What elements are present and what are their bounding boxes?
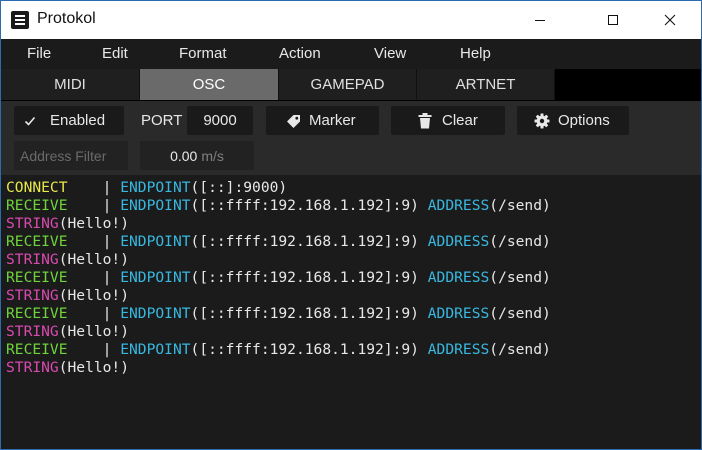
rate-display: 0.00 m/s xyxy=(140,141,254,170)
close-button[interactable] xyxy=(647,1,693,39)
log-token-key: ADDRESS xyxy=(427,233,490,250)
log-token-val: | xyxy=(67,197,121,214)
log-line: STRING(Hello!) xyxy=(6,215,701,233)
log-token-val: (/send) xyxy=(489,233,551,250)
log-token-val: (/send) xyxy=(489,305,551,322)
tab-artnet[interactable]: ARTNET xyxy=(417,69,555,100)
trash-icon xyxy=(418,112,432,129)
log-console[interactable]: CONNECT | ENDPOINT([::]:9000) RECEIVE | E… xyxy=(1,175,701,449)
log-token-receive: RECEIVE xyxy=(6,269,68,286)
window-title: Protokol xyxy=(37,10,96,27)
rate-value: 0.00 xyxy=(170,147,198,164)
log-token-key: ADDRESS xyxy=(427,305,490,322)
log-token-val: ([::ffff:192.168.1.192]:9) xyxy=(190,341,428,358)
log-token-string: STRING xyxy=(6,215,59,232)
log-token-val: (Hello!) xyxy=(58,251,130,268)
log-token-string: STRING xyxy=(6,251,59,268)
tab-osc[interactable]: OSC xyxy=(140,69,279,100)
log-token-string: STRING xyxy=(6,359,59,376)
log-line: RECEIVE | ENDPOINT([::ffff:192.168.1.192… xyxy=(6,233,701,251)
options-button[interactable]: Options xyxy=(517,106,629,135)
log-token-val: (Hello!) xyxy=(58,215,130,232)
enabled-checkbox[interactable]: Enabled xyxy=(14,106,124,135)
log-token-val: | xyxy=(67,269,121,286)
marker-button[interactable]: Marker xyxy=(266,106,379,135)
log-token-val: (Hello!) xyxy=(58,359,130,376)
menu-bar: File Edit Format Action View Help xyxy=(1,39,701,69)
maximize-button[interactable] xyxy=(590,1,636,39)
checkmark-icon xyxy=(24,115,36,127)
title-bar[interactable]: Protokol xyxy=(1,1,701,39)
log-line: RECEIVE | ENDPOINT([::ffff:192.168.1.192… xyxy=(6,305,701,323)
port-input[interactable]: 9000 xyxy=(187,106,253,135)
menu-help[interactable]: Help xyxy=(460,39,491,69)
tab-bar: MIDI OSC GAMEPAD ARTNET xyxy=(1,69,701,101)
log-token-val: (Hello!) xyxy=(58,287,130,304)
minimize-button[interactable] xyxy=(517,1,563,39)
clear-label: Clear xyxy=(442,112,478,129)
tag-icon xyxy=(286,113,302,129)
log-line: RECEIVE | ENDPOINT([::ffff:192.168.1.192… xyxy=(6,197,701,215)
port-label: PORT xyxy=(141,112,183,129)
log-token-val: ([::ffff:192.168.1.192]:9) xyxy=(190,269,428,286)
menu-edit[interactable]: Edit xyxy=(102,39,128,69)
log-token-receive: RECEIVE xyxy=(6,233,68,250)
log-token-string: STRING xyxy=(6,323,59,340)
log-token-val: (/send) xyxy=(489,269,551,286)
toolbar: Enabled PORT 9000 Marker Clear Options A… xyxy=(1,101,701,175)
log-token-key: ADDRESS xyxy=(427,269,490,286)
app-menu-icon[interactable] xyxy=(11,11,29,29)
log-line: CONNECT | ENDPOINT([::]:9000) xyxy=(6,179,701,197)
log-line: STRING(Hello!) xyxy=(6,251,701,269)
options-label: Options xyxy=(558,112,610,129)
log-line: RECEIVE | ENDPOINT([::ffff:192.168.1.192… xyxy=(6,269,701,287)
log-line: STRING(Hello!) xyxy=(6,287,701,305)
log-token-val: (/send) xyxy=(489,341,551,358)
log-token-key: ENDPOINT xyxy=(120,341,191,358)
log-token-key: ADDRESS xyxy=(427,197,490,214)
log-token-val: | xyxy=(67,305,121,322)
log-token-receive: RECEIVE xyxy=(6,305,68,322)
marker-label: Marker xyxy=(309,112,356,129)
log-token-key: ENDPOINT xyxy=(120,233,191,250)
log-token-val: (/send) xyxy=(489,197,551,214)
log-token-connect: CONNECT xyxy=(6,179,68,196)
log-line: STRING(Hello!) xyxy=(6,359,701,377)
log-token-val: ([::ffff:192.168.1.192]:9) xyxy=(190,233,428,250)
tab-midi[interactable]: MIDI xyxy=(1,69,140,100)
tab-gamepad[interactable]: GAMEPAD xyxy=(279,69,417,100)
log-token-val: ([::ffff:192.168.1.192]:9) xyxy=(190,305,428,322)
log-token-val: ([::]:9000) xyxy=(190,179,288,196)
log-line: RECEIVE | ENDPOINT([::ffff:192.168.1.192… xyxy=(6,341,701,359)
minimize-icon xyxy=(535,20,545,21)
clear-button[interactable]: Clear xyxy=(391,106,505,135)
close-icon xyxy=(664,14,676,26)
menu-file[interactable]: File xyxy=(27,39,51,69)
log-token-val: | xyxy=(67,233,121,250)
log-token-receive: RECEIVE xyxy=(6,197,68,214)
log-token-val: ([::ffff:192.168.1.192]:9) xyxy=(190,197,428,214)
log-token-val: | xyxy=(67,179,121,196)
address-filter-input[interactable]: Address Filter xyxy=(14,141,128,170)
log-token-key: ENDPOINT xyxy=(120,179,191,196)
log-token-val: (Hello!) xyxy=(58,323,130,340)
log-token-receive: RECEIVE xyxy=(6,341,68,358)
menu-action[interactable]: Action xyxy=(279,39,321,69)
maximize-icon xyxy=(608,15,618,25)
menu-format[interactable]: Format xyxy=(179,39,227,69)
log-token-key: ENDPOINT xyxy=(120,305,191,322)
enabled-label: Enabled xyxy=(50,112,106,129)
rate-unit: m/s xyxy=(201,147,224,164)
menu-view[interactable]: View xyxy=(374,39,406,69)
log-line: STRING(Hello!) xyxy=(6,323,701,341)
log-token-string: STRING xyxy=(6,287,59,304)
gear-icon xyxy=(534,113,550,129)
log-token-val: | xyxy=(67,341,121,358)
app-window: Protokol File Edit Format Action View He… xyxy=(0,0,702,450)
log-token-key: ENDPOINT xyxy=(120,197,191,214)
log-token-key: ENDPOINT xyxy=(120,269,191,286)
log-token-key: ADDRESS xyxy=(427,341,490,358)
